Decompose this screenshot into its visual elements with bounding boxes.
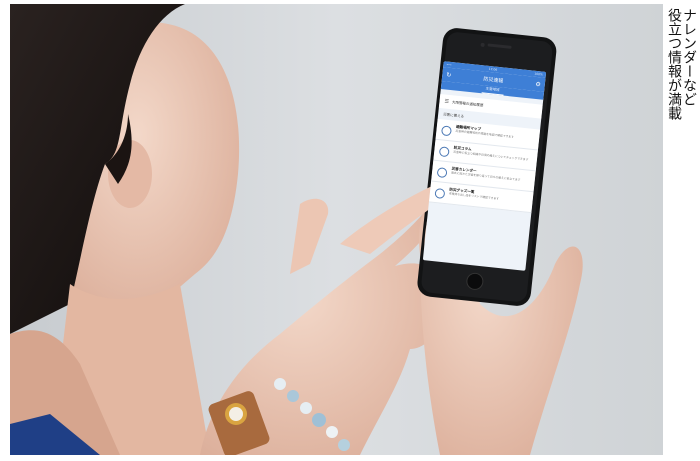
app-title: 防災速報 [483, 75, 504, 84]
battery-indicator: 100% [534, 71, 544, 77]
phone-screen: ••• 17:06 100% ↻ 防災速報 ⚙ 主要地域 ☰ 大雨警報の通知履歴… [422, 61, 547, 271]
photo-stage: ••• 17:06 100% ↻ 防災速報 ⚙ 主要地域 ☰ 大雨警報の通知履歴… [0, 0, 700, 461]
refresh-icon[interactable]: ↻ [446, 71, 452, 78]
tab-main-region[interactable]: 主要地域 [481, 85, 504, 96]
list-icon: ☰ [444, 98, 450, 105]
caption-line-1: ナレンダーなど [681, 8, 697, 106]
map-icon [440, 125, 452, 137]
photo: ••• 17:06 100% ↻ 防災速報 ⚙ 主要地域 ☰ 大雨警報の通知履歴… [10, 4, 663, 455]
caption-line-2: 役立つ情報が満載 [666, 8, 682, 120]
column-icon [438, 146, 450, 158]
scene-illustration [10, 4, 663, 455]
vertical-caption: ナレンダーなど 役立つ情報が満載 [666, 8, 697, 448]
signal-indicator: ••• [446, 62, 452, 68]
menu-list: 避難場所マップ 災害時の避難場所や経路を地図で確認できます 防災コラム 災害時に… [428, 118, 541, 214]
calendar-icon [436, 167, 448, 179]
status-time: 17:06 [488, 66, 498, 72]
gear-icon[interactable]: ⚙ [535, 80, 541, 88]
history-label: 大雨警報の通知履歴 [451, 99, 484, 108]
goods-icon [434, 187, 446, 199]
